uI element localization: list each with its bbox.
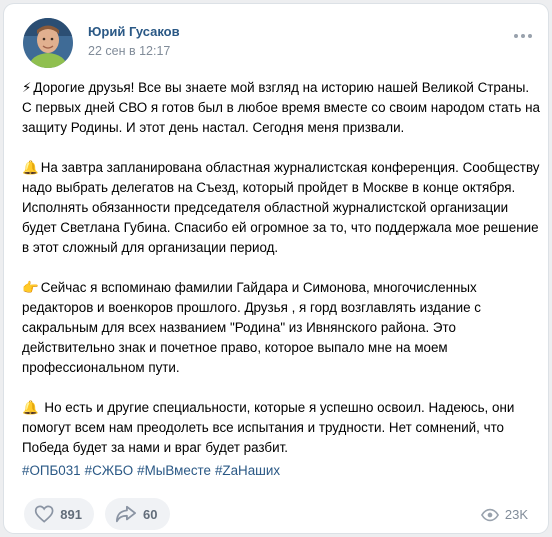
post-line-text: Исполнять обязанности председателя облас… [22,200,509,215]
post-line-text: Но есть и другие специальности, которые … [40,400,515,415]
post-line: сакральным для всех названием "Родина" и… [22,318,542,338]
post-paragraph: 🔔 На завтра запланирована областная журна… [22,158,542,258]
author-name[interactable]: Юрий Гусаков [88,24,180,39]
hashtag-link[interactable]: #МыВместе [137,463,211,478]
hashtag-link[interactable]: #ОПБ031 [22,463,81,478]
post-line-text: защиту Родины. И этот день настал. Сегод… [22,120,405,135]
post-line-text: действительно знак и почетное право, кот… [22,340,448,355]
emoji-icon: 🔔 [22,400,39,415]
post-line-text: надо выбрать делегатов на Съезд, который… [22,180,516,195]
post-paragraph: 👉 Сейчас я вспоминаю фамилии Гайдара и Си… [22,278,542,378]
post-line-text: сакральным для всех названием "Родина" и… [22,320,456,335]
hashtag-link[interactable]: #СЖБО [85,463,134,478]
like-count: 891 [60,506,82,522]
post-line: будет Светлана Губина. Спасибо ей огромн… [22,218,542,238]
post-line: защиту Родины. И этот день настал. Сегод… [22,118,542,138]
share-count: 60 [143,506,158,522]
share-arrow-icon [116,505,136,523]
emoji-icon: 🔔 [22,160,39,175]
post-paragraph: ⚡ Дорогие друзья! Все вы знаете мой взгля… [22,78,542,138]
hashtags: #ОПБ031 #СЖБО #МыВместе #ZaНаших [22,463,280,478]
post-paragraph: 🔔 Но есть и другие специальности, которы… [22,398,542,458]
post-line: Исполнять обязанности председателя облас… [22,198,542,218]
post-line-text: С первых дней СВО я готов был в любое вр… [22,100,540,115]
post-card: Юрий Гусаков 22 сен в 12:17 ⚡ Дорогие дру… [4,4,548,533]
post-line: помогут всем нам преодолеть все испытани… [22,418,542,438]
hashtag-link[interactable]: #ZaНаших [215,463,280,478]
post-line-text: профессиональном пути. [22,360,180,375]
avatar[interactable] [23,18,73,68]
post-line-text: На завтра запланирована областная журнал… [40,160,540,175]
heart-icon [34,505,54,523]
post-line: 🔔 Но есть и другие специальности, которы… [22,398,542,418]
like-button[interactable]: 891 [24,498,94,530]
post-line: действительно знак и почетное право, кот… [22,338,542,358]
post-line: редакторов и военкоров прошлого. Друзья … [22,298,542,318]
post-line-text: Сейчас я вспоминаю фамилии Гайдара и Сим… [40,280,477,295]
share-button[interactable]: 60 [105,498,170,530]
views-count: 23K [504,507,528,522]
post-line: в этот сложный для организации период. [22,238,542,258]
post-line: Победа будет за нами и враг будет разбит… [22,438,542,458]
post-line-text: помогут всем нам преодолеть все испытани… [22,420,505,435]
post-line-text: будет Светлана Губина. Спасибо ей огромн… [22,220,539,235]
post-date[interactable]: 22 сен в 12:17 [88,44,170,58]
post-line-text: Победа будет за нами и враг будет разбит… [22,440,288,455]
post-line-text: редакторов и военкоров прошлого. Друзья … [22,300,481,315]
emoji-icon: 👉 [22,280,39,295]
post-line: надо выбрать делегатов на Съезд, который… [22,178,542,198]
emoji-icon: ⚡ [22,80,32,95]
views-counter: 23K [480,507,528,522]
post-line: ⚡ Дорогие друзья! Все вы знаете мой взгля… [22,78,542,98]
post-line: 👉 Сейчас я вспоминаю фамилии Гайдара и Си… [22,278,542,298]
post-line: 🔔 На завтра запланирована областная журна… [22,158,542,178]
more-dots-icon[interactable] [514,34,532,38]
post-line: С первых дней СВО я готов был в любое вр… [22,98,542,118]
eye-icon [480,508,499,521]
post-line-text: Дорогие друзья! Все вы знаете мой взгляд… [33,80,530,95]
post-text: ⚡ Дорогие друзья! Все вы знаете мой взгля… [22,78,542,478]
post-line: профессиональном пути. [22,358,542,378]
post-line-text: в этот сложный для организации период. [22,240,279,255]
avatar-photo [23,18,73,68]
